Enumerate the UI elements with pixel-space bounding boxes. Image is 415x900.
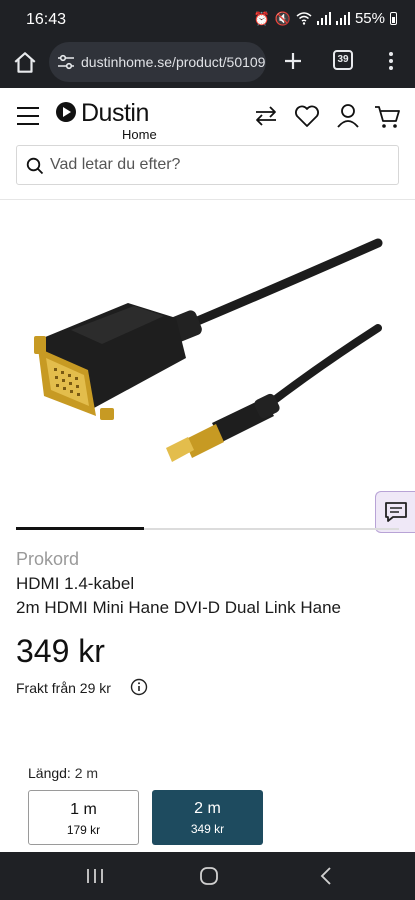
tune-icon[interactable] <box>57 54 75 70</box>
logo-mark-icon <box>56 102 76 122</box>
option-size: 1 m <box>70 801 97 818</box>
mute-icon: 🔇 <box>274 10 291 26</box>
option-size: 2 m <box>194 800 221 817</box>
status-time: 16:43 <box>26 11 67 28</box>
status-bar: 16:43 ⏰ 🔇 55% <box>0 0 415 38</box>
option-price: 349 kr <box>190 822 225 836</box>
cart-icon[interactable] <box>373 102 401 130</box>
url-text: dustinhome.se/product/50109 <box>81 54 266 70</box>
search-icon <box>26 157 44 175</box>
home-nav-icon[interactable] <box>198 866 220 886</box>
hamburger-icon[interactable] <box>16 106 40 126</box>
status-icons: ⏰ 🔇 55% <box>254 10 397 27</box>
more-vert-icon[interactable] <box>385 49 397 73</box>
info-icon[interactable] <box>130 678 148 696</box>
product-price: 349 kr <box>16 633 105 669</box>
length-label: Längd: 2 m <box>28 765 98 781</box>
back-icon[interactable] <box>316 866 338 886</box>
search-box[interactable] <box>16 145 399 185</box>
plus-icon[interactable] <box>282 50 304 72</box>
logo-text: Dustin <box>81 99 149 127</box>
shipping-info: Frakt från 29 kr <box>16 680 111 696</box>
recents-icon[interactable] <box>84 866 106 886</box>
length-option-1m[interactable]: 1 m 179 kr <box>28 790 139 845</box>
length-option-2m[interactable]: 2 m 349 kr <box>152 790 263 845</box>
heart-icon[interactable] <box>293 102 321 130</box>
product-brand[interactable]: Prokord <box>16 549 79 570</box>
gallery-progress-active <box>16 527 144 530</box>
user-icon[interactable] <box>334 102 362 130</box>
chat-icon <box>385 502 407 522</box>
signal-icon <box>316 12 331 25</box>
logo-subtext: Home <box>122 127 157 142</box>
alarm-icon: ⏰ <box>253 10 270 26</box>
length-label-text: Längd: <box>28 765 71 781</box>
wifi-icon <box>296 12 312 25</box>
home-icon[interactable] <box>12 50 38 76</box>
product-title: HDMI 1.4-kabel <box>16 574 135 593</box>
product-subtitle: 2m HDMI Mini Hane DVI-D Dual Link Hane <box>16 598 341 617</box>
site-header: Dustin Home <box>0 88 415 200</box>
tabs-icon[interactable]: 39 <box>333 50 353 70</box>
option-price: 179 kr <box>66 823 101 837</box>
address-bar[interactable]: dustinhome.se/product/50109 <box>49 42 266 82</box>
signal-icon <box>335 12 350 25</box>
system-nav-bar <box>0 852 415 900</box>
browser-toolbar: dustinhome.se/product/50109 39 <box>0 38 415 88</box>
battery-level: 55% <box>354 10 385 27</box>
battery-icon <box>390 12 397 25</box>
compare-icon[interactable] <box>252 102 280 130</box>
search-input[interactable] <box>50 146 390 184</box>
product-image[interactable] <box>16 218 399 514</box>
length-selected-value: 2 m <box>74 765 99 781</box>
chat-button[interactable] <box>375 491 415 533</box>
